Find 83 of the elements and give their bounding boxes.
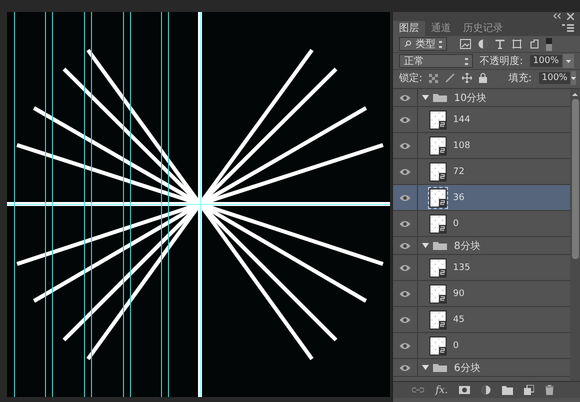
layer-thumbnail-icon: [429, 284, 447, 304]
layer-name: 108: [453, 140, 470, 150]
folder-icon: [433, 363, 447, 372]
layer-name: 36: [453, 192, 464, 202]
layer-name: 135: [453, 262, 470, 272]
filter-dropdown[interactable]: 类型: [399, 37, 447, 51]
eye-icon[interactable]: [399, 290, 411, 298]
eye-icon[interactable]: [399, 142, 411, 150]
adjustment-layer-icon[interactable]: [481, 385, 491, 395]
layer-thumbnail-icon: [429, 136, 447, 156]
layer-row[interactable]: 108: [393, 133, 570, 159]
smart-object-icon[interactable]: [529, 39, 539, 49]
new-layer-icon[interactable]: [524, 385, 534, 395]
eye-icon[interactable]: [399, 242, 411, 250]
lock-icon[interactable]: [479, 73, 488, 83]
group-name: 6分块: [454, 362, 480, 374]
mask-icon[interactable]: [459, 386, 470, 394]
expanded-triangle-icon[interactable]: [422, 95, 429, 100]
layer-row[interactable]: 10分块: [393, 89, 570, 107]
layer-row[interactable]: 36: [393, 185, 570, 211]
text-type-icon[interactable]: [495, 39, 505, 49]
group-name: 8分块: [454, 240, 480, 252]
layer-row[interactable]: 6分块: [393, 359, 570, 377]
link-icon[interactable]: [412, 387, 424, 393]
layer-row[interactable]: 0: [393, 211, 570, 237]
expanded-triangle-icon[interactable]: [422, 365, 429, 370]
shape-icon[interactable]: [512, 39, 522, 49]
layer-thumbnail-icon: [429, 162, 447, 182]
fill-dropdown-button[interactable]: [571, 71, 576, 85]
eye-icon[interactable]: [399, 94, 411, 102]
lock-label: 锁定:: [399, 72, 422, 85]
layer-name: 90: [453, 288, 464, 298]
eye-icon[interactable]: [399, 364, 411, 372]
eye-icon[interactable]: [399, 116, 411, 124]
effects-button[interactable]: fx.: [435, 384, 448, 396]
move-icon[interactable]: [462, 73, 472, 83]
eye-icon[interactable]: [399, 220, 411, 228]
layer-row[interactable]: 8分块: [393, 237, 570, 255]
folder-icon: [433, 93, 447, 102]
filter-toggle-icon[interactable]: [546, 38, 552, 50]
eye-icon[interactable]: [399, 168, 411, 176]
layer-row[interactable]: 144: [393, 107, 570, 133]
layer-name: 0: [453, 218, 459, 228]
caret-icon: [571, 76, 576, 80]
opacity-field[interactable]: 100%: [530, 55, 562, 67]
layer-thumbnail-icon: [429, 214, 447, 234]
fill-field[interactable]: 100%: [538, 72, 570, 84]
layer-thumbnail-icon: [429, 188, 447, 208]
group-name: 10分块: [454, 92, 487, 104]
layer-thumbnail-icon: [429, 336, 447, 356]
blend-mode-dropdown[interactable]: 正常: [399, 54, 473, 68]
layer-name: 72: [453, 166, 464, 176]
folder-icon: [433, 241, 447, 250]
trash-icon[interactable]: [545, 385, 554, 395]
layer-thumbnail-icon: [429, 258, 447, 278]
layer-name: 45: [453, 314, 464, 324]
eye-icon[interactable]: [399, 316, 411, 324]
opacity-label: 不透明度:: [480, 54, 524, 68]
layer-name: 0: [453, 340, 459, 350]
image-icon[interactable]: [460, 39, 471, 49]
panel-tab[interactable]: 图层: [393, 21, 425, 36]
new-group-icon[interactable]: [502, 386, 513, 394]
layer-row[interactable]: 135: [393, 255, 570, 281]
layer-thumbnail-icon: [429, 310, 447, 330]
lock-transparency-icon[interactable]: [429, 74, 438, 82]
layer-row[interactable]: 45: [393, 307, 570, 333]
eye-icon[interactable]: [399, 342, 411, 350]
eye-icon[interactable]: [399, 264, 411, 272]
layer-thumbnail-icon: [429, 110, 447, 130]
layer-row[interactable]: 0: [393, 333, 570, 359]
collapse-icon[interactable]: [553, 13, 561, 19]
opacity-dropdown-button[interactable]: [562, 54, 574, 68]
expanded-triangle-icon[interactable]: [422, 243, 429, 248]
brush-icon[interactable]: [445, 73, 456, 83]
menu-icon[interactable]: [562, 24, 574, 32]
caret-icon: [566, 60, 571, 62]
layer-name: 144: [453, 114, 470, 124]
search-icon: [404, 40, 412, 48]
close-icon[interactable]: [567, 12, 574, 20]
layer-row[interactable]: 90: [393, 281, 570, 307]
fill-label: 填充:: [508, 72, 532, 85]
adjustment-icon[interactable]: [478, 39, 488, 49]
eye-icon[interactable]: [399, 194, 411, 202]
